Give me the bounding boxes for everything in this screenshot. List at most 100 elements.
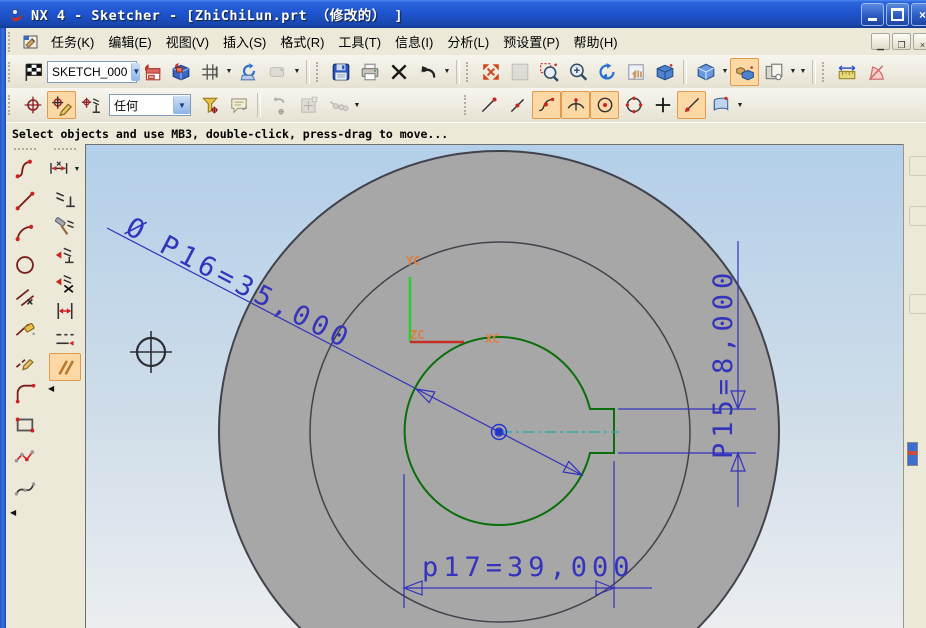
rotate-view-button[interactable] xyxy=(592,58,621,86)
menu-view[interactable]: 视图(V) xyxy=(159,29,216,54)
animate-dimension-button[interactable] xyxy=(49,297,81,325)
sketch-grid-button[interactable] xyxy=(195,58,224,86)
fit-view-button[interactable] xyxy=(476,58,505,86)
dimension-dropdown-icon[interactable]: ▼ xyxy=(72,160,82,178)
snap-overflow-icon[interactable]: ▼ xyxy=(352,92,362,118)
snap-midpoint-button[interactable] xyxy=(503,91,532,119)
maximize-button[interactable] xyxy=(886,3,909,26)
measure-distance-button[interactable] xyxy=(832,58,861,86)
measure-angle-button[interactable] xyxy=(861,58,890,86)
delete-button[interactable] xyxy=(384,58,413,86)
document-close-button[interactable]: × xyxy=(913,33,926,50)
filter-funnel-button[interactable] xyxy=(195,91,224,119)
document-restore-button[interactable]: ❐ xyxy=(892,33,911,50)
circle-button[interactable] xyxy=(9,249,41,281)
menu-help[interactable]: 帮助(H) xyxy=(567,29,625,54)
show-all-constraints-button[interactable] xyxy=(49,241,81,269)
tag-dropdown-icon[interactable]: ▼ xyxy=(292,59,302,85)
snap-dropdown-icon[interactable]: ▼ xyxy=(735,92,745,118)
palette-collapse-arrow-icon[interactable]: ◀ xyxy=(46,381,56,396)
show-no-constraints-button[interactable] xyxy=(49,269,81,297)
undo-button[interactable] xyxy=(413,58,442,86)
menu-preferences[interactable]: 预设置(P) xyxy=(496,29,566,54)
studio-spline-button[interactable] xyxy=(9,441,41,473)
rectangle-button[interactable] xyxy=(9,409,41,441)
shaded-view-button[interactable] xyxy=(650,58,679,86)
zoom-in-out-button[interactable] xyxy=(563,58,592,86)
snap-intersection-button[interactable] xyxy=(677,91,706,119)
reattach-sketch-button[interactable] xyxy=(166,58,195,86)
annotation-note-button[interactable] xyxy=(224,91,253,119)
toolbar-grip[interactable] xyxy=(8,95,14,115)
update-model-button[interactable] xyxy=(234,58,263,86)
derived-lines-button[interactable] xyxy=(9,281,41,313)
toolbar-overflow-icon[interactable]: ▼ xyxy=(798,59,808,85)
fillet-button[interactable] xyxy=(9,377,41,409)
snap-quadrant-button[interactable] xyxy=(619,91,648,119)
constraints-button[interactable] xyxy=(49,185,81,213)
title-bar[interactable]: NX 4 - Sketcher - [ZhiChiLun.prt （修改的） ]… xyxy=(0,0,926,28)
layer-settings-button[interactable] xyxy=(759,58,788,86)
multiple-views-button[interactable] xyxy=(730,58,759,86)
snap-point-on-curve-button[interactable] xyxy=(532,91,561,119)
snap-arc-center-button[interactable] xyxy=(590,91,619,119)
document-minimize-button[interactable]: ▁ xyxy=(871,33,890,50)
menu-format[interactable]: 格式(R) xyxy=(273,29,331,54)
alternate-solution-button[interactable] xyxy=(49,353,81,381)
save-button[interactable] xyxy=(326,58,355,86)
toolbar-grip[interactable] xyxy=(8,62,14,82)
reorient-sketch-button[interactable] xyxy=(137,58,166,86)
toolbar-grip[interactable] xyxy=(822,62,828,82)
palette-collapse-arrow-icon[interactable]: ◀ xyxy=(8,505,18,520)
keyway-height-dimension-text[interactable]: P15=8,000 xyxy=(708,268,739,459)
selection-filter-dropdown-icon[interactable]: ▼ xyxy=(173,96,190,114)
minimize-button[interactable] xyxy=(861,3,884,26)
toolbar-grip[interactable] xyxy=(316,62,322,82)
auto-constrain-button[interactable] xyxy=(49,213,81,241)
snap-endpoint-button[interactable] xyxy=(474,91,503,119)
inferred-dimension-button[interactable]: ▼ xyxy=(45,153,85,185)
snap-point-on-surface-button[interactable] xyxy=(706,91,735,119)
spline-button[interactable] xyxy=(9,473,41,505)
palette-grip[interactable] xyxy=(54,148,76,150)
quick-trim-button[interactable] xyxy=(9,313,41,345)
menu-analysis[interactable]: 分析(L) xyxy=(440,29,496,54)
profile-button[interactable] xyxy=(9,153,41,185)
arc-button[interactable] xyxy=(9,217,41,249)
grid-dropdown-icon[interactable]: ▼ xyxy=(224,59,234,85)
point-on-constraint-button[interactable] xyxy=(76,91,105,119)
width-dimension-text[interactable]: p17=39,000 xyxy=(422,552,635,583)
close-button[interactable]: × xyxy=(911,3,926,26)
snap-existing-point-button[interactable] xyxy=(648,91,677,119)
snap-tangent-point-button[interactable] xyxy=(561,91,590,119)
menu-task[interactable]: 任务(K) xyxy=(44,29,101,54)
print-button[interactable] xyxy=(355,58,384,86)
zoom-box-button[interactable] xyxy=(534,58,563,86)
cut-toolbar-button[interactable] xyxy=(909,156,926,176)
menubar-grip[interactable] xyxy=(8,32,14,52)
selection-filter-selector[interactable]: 任何 ▼ xyxy=(109,94,191,116)
pan-view-button[interactable] xyxy=(621,58,650,86)
menu-edit[interactable]: 编辑(E) xyxy=(101,29,158,54)
palette-grip[interactable] xyxy=(14,148,36,150)
menu-tools[interactable]: 工具(T) xyxy=(331,29,388,54)
view-dropdown-icon[interactable]: ▼ xyxy=(720,59,730,85)
cut-toolbar-icon[interactable] xyxy=(907,442,918,466)
isometric-view-button[interactable] xyxy=(691,58,720,86)
select-point-button[interactable] xyxy=(18,91,47,119)
sketch-point-button[interactable] xyxy=(47,91,76,119)
convert-to-reference-button[interactable] xyxy=(49,325,81,353)
sketch-name-selector[interactable]: SKETCH_000 ▼ xyxy=(47,61,137,83)
toolbar-grip[interactable] xyxy=(466,62,472,82)
quick-extend-button[interactable] xyxy=(9,345,41,377)
layers-dropdown-icon[interactable]: ▼ xyxy=(788,59,798,85)
graphics-window[interactable]: YC ZC XC Ø P16=35,000 P15=8,000 xyxy=(85,144,903,628)
menu-information[interactable]: 信息(I) xyxy=(388,29,440,54)
cut-toolbar-button[interactable] xyxy=(909,206,926,226)
finish-sketch-button[interactable] xyxy=(18,58,47,86)
menu-insert[interactable]: 插入(S) xyxy=(216,29,273,54)
cut-toolbar-button[interactable] xyxy=(909,294,926,314)
undo-dropdown-icon[interactable]: ▼ xyxy=(442,59,452,85)
toolbar-grip[interactable] xyxy=(464,95,470,115)
line-button[interactable] xyxy=(9,185,41,217)
